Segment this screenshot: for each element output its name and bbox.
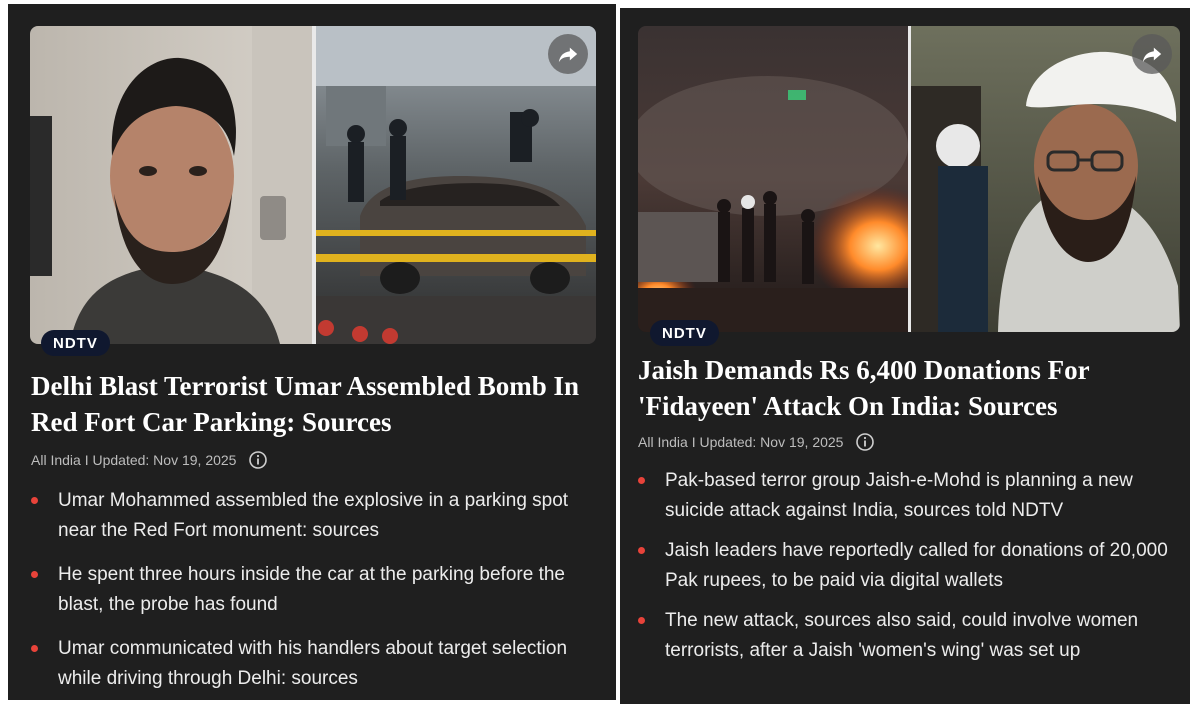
bullet-text: Umar Mohammed assembled the explosive in… — [58, 490, 569, 541]
meta-text: All India I Updated: Nov 19, 2025 — [31, 452, 237, 468]
bullet-text: Jaish leaders have reportedly called for… — [665, 540, 1168, 591]
bullet-item: Jaish leaders have reportedly called for… — [638, 536, 1178, 596]
bullet-text: He spent three hours inside the car at t… — [58, 564, 565, 615]
news-image-left[interactable] — [30, 26, 596, 344]
bullet-item: The new attack, sources also said, could… — [638, 606, 1178, 666]
bullet-text: Umar communicated with his handlers abou… — [58, 638, 568, 689]
share-button[interactable] — [1132, 34, 1172, 74]
news-photo-collage — [30, 26, 596, 344]
bullet-dot — [638, 547, 645, 554]
article-meta: All India I Updated: Nov 19, 2025 — [31, 450, 268, 470]
bullet-text: Pak-based terror group Jaish-e-Mohd is p… — [665, 470, 1133, 521]
info-icon[interactable] — [855, 432, 875, 452]
bullet-item: He spent three hours inside the car at t… — [31, 560, 601, 620]
headline[interactable]: Jaish Demands Rs 6,400 Donations For 'Fi… — [638, 352, 1168, 424]
ndtv-badge: NDTV — [41, 330, 110, 356]
bullet-item: Pak-based terror group Jaish-e-Mohd is p… — [638, 466, 1178, 526]
ndtv-badge: NDTV — [650, 320, 719, 346]
bullet-item: Umar communicated with his handlers abou… — [31, 634, 601, 694]
news-card-left[interactable]: NDTV Delhi Blast Terrorist Umar Assemble… — [8, 4, 616, 700]
bullet-dot — [31, 645, 38, 652]
bullet-dot — [638, 617, 645, 624]
share-arrow-icon — [558, 47, 578, 63]
bullet-dot — [31, 571, 38, 578]
info-icon[interactable] — [248, 450, 268, 470]
headline[interactable]: Delhi Blast Terrorist Umar Assembled Bom… — [31, 368, 601, 440]
summary-bullets: Umar Mohammed assembled the explosive in… — [31, 486, 601, 700]
article-meta: All India I Updated: Nov 19, 2025 — [638, 432, 875, 452]
bullet-dot — [31, 497, 38, 504]
bullet-dot — [638, 477, 645, 484]
news-image-right[interactable] — [638, 26, 1180, 332]
share-button[interactable] — [548, 34, 588, 74]
news-card-right[interactable]: NDTV Jaish Demands Rs 6,400 Donations Fo… — [620, 8, 1190, 704]
bullet-item: Umar Mohammed assembled the explosive in… — [31, 486, 601, 546]
meta-text: All India I Updated: Nov 19, 2025 — [638, 434, 844, 450]
news-photo-collage — [638, 26, 1180, 332]
bullet-text: The new attack, sources also said, could… — [665, 610, 1139, 661]
share-arrow-icon — [1142, 47, 1162, 63]
summary-bullets: Pak-based terror group Jaish-e-Mohd is p… — [638, 466, 1178, 676]
